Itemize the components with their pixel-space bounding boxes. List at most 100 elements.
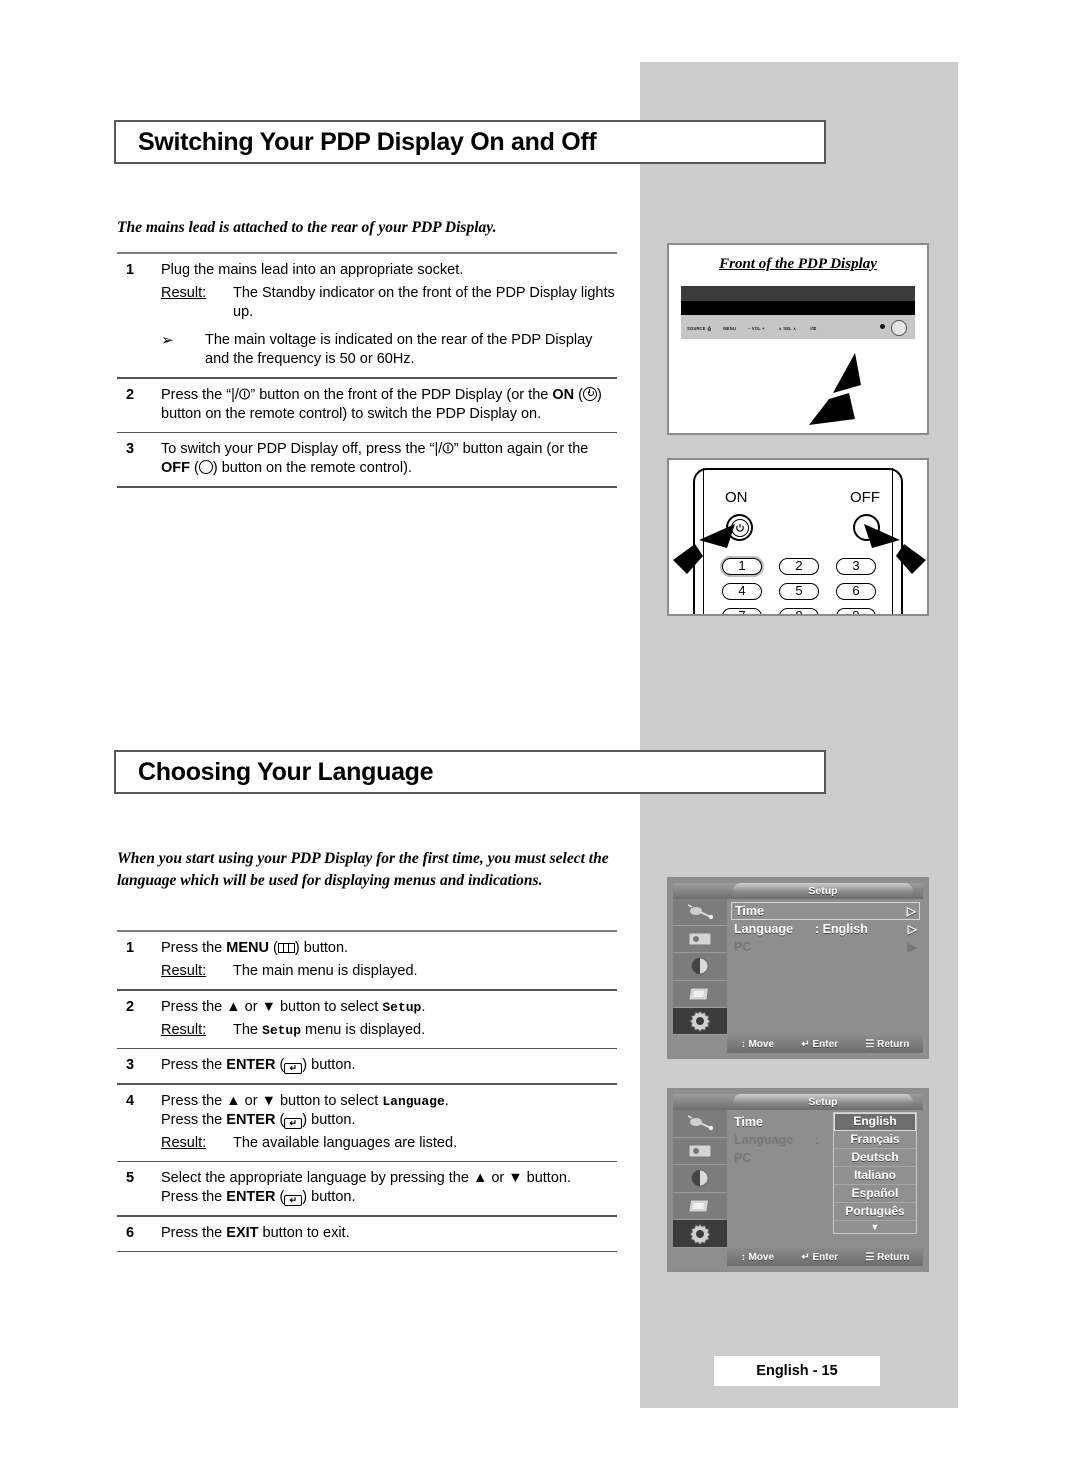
language-dropdown[interactable]: English Français Deutsch Italiano Españo… xyxy=(833,1112,917,1234)
osd-hint-label: Enter xyxy=(812,1251,839,1263)
step-text-b: ( xyxy=(190,460,199,476)
osd-hint-enter: ↵ Enter xyxy=(801,1039,838,1050)
t: Press the xyxy=(161,1111,227,1128)
updown-icon: ↕ xyxy=(740,1251,746,1263)
remote-key-7[interactable]: 7 xyxy=(722,608,762,614)
step-body: Press the ENTER (↵) button. xyxy=(161,1056,617,1075)
remote-off-label: OFF xyxy=(850,489,880,506)
step-body: Press the MENU () button. Result: The ma… xyxy=(161,939,617,981)
osd-hint-label: Move xyxy=(748,1038,774,1050)
setup-token: Setup xyxy=(262,1022,302,1038)
standby-indicator-icon xyxy=(880,324,885,329)
exit-bold: EXIT xyxy=(226,1224,259,1241)
language-option-italiano[interactable]: Italiano xyxy=(834,1167,916,1185)
osd-row-pc[interactable]: PC ▶ xyxy=(731,938,920,956)
osd-hint-label: Enter xyxy=(812,1038,839,1050)
language-option-francais[interactable]: Français xyxy=(834,1131,916,1149)
step-text-line2: Press the ENTER (↵) button. xyxy=(161,1188,617,1207)
remote-key-2[interactable]: 2 xyxy=(779,558,819,575)
power-off-icon xyxy=(198,460,213,474)
chevron-down-icon[interactable]: ▼ xyxy=(834,1221,916,1233)
remote-key-4[interactable]: 4 xyxy=(722,583,762,600)
remote-key-1[interactable]: 1 xyxy=(722,558,762,575)
osd-row-value: : xyxy=(815,1133,820,1147)
step-result: Result: The main menu is displayed. xyxy=(161,962,617,981)
language-option-portugues[interactable]: Português xyxy=(834,1203,916,1221)
rule xyxy=(117,486,617,488)
enter-icon: ↵ xyxy=(284,1195,303,1206)
step-body: Plug the mains lead into an appropriate … xyxy=(161,261,617,369)
t: ( xyxy=(275,1111,285,1128)
setup-icon[interactable] xyxy=(673,1007,727,1035)
picture-icon[interactable] xyxy=(673,1138,727,1166)
result-label: Result: xyxy=(161,285,207,301)
step-text: Press the ▲ or ▼ button to select Setup. xyxy=(161,998,617,1017)
rule xyxy=(117,1250,617,1252)
t: ( xyxy=(268,940,278,956)
panel-label-menu: MENU xyxy=(723,326,737,331)
step-bold-on: ON xyxy=(552,386,575,403)
step-number: 1 xyxy=(126,940,135,956)
power-icon xyxy=(735,523,744,532)
chevron-right-icon: ▷ xyxy=(906,904,916,918)
input-icon[interactable] xyxy=(673,899,727,927)
menu-icon: ☰ xyxy=(865,1038,875,1050)
result-text: The main menu is displayed. xyxy=(233,963,418,979)
enter-bold: ENTER xyxy=(226,1189,276,1205)
osd-hint-bar: ↕ Move ↵ Enter ☰ Return xyxy=(727,1035,923,1053)
section-title-switching-text: Switching Your PDP Display On and Off xyxy=(138,127,597,156)
osd-row-label: PC xyxy=(734,1151,752,1165)
osd-row-label: Time xyxy=(735,904,764,918)
osd-hint-label: Move xyxy=(748,1251,774,1263)
step-body: To switch your PDP Display off, press th… xyxy=(161,440,617,478)
setup-token: Setup xyxy=(382,999,422,1015)
step-text-c: ) button on the remote control). xyxy=(212,460,412,476)
step-text: Plug the mains lead into an appropriate … xyxy=(161,262,464,278)
enter-icon: ↵ xyxy=(801,1251,810,1263)
figure-remote-control: ON OFF 1 2 3 4 5 6 7 8 9 xyxy=(667,458,929,616)
section1-steps: 1 Plug the mains lead into an appropriat… xyxy=(117,252,617,488)
picture-icon[interactable] xyxy=(673,926,727,954)
page-footer: English - 15 xyxy=(714,1356,880,1386)
step-row: 6 Press the EXIT button to exit. xyxy=(117,1217,617,1251)
osd-row-label: Time xyxy=(734,1115,763,1129)
feature-icon[interactable] xyxy=(673,981,727,1008)
step-result: Result: The Setup menu is displayed. xyxy=(161,1021,617,1040)
setup-icon[interactable] xyxy=(673,1220,727,1248)
remote-key-3[interactable]: 3 xyxy=(836,558,876,575)
language-option-english[interactable]: English xyxy=(834,1113,916,1131)
step-row: 4 Press the ▲ or ▼ button to select Lang… xyxy=(117,1085,617,1161)
input-icon[interactable] xyxy=(673,1110,727,1138)
front-panel-illustration: SOURCE ⎙ MENU – VOL + ∨ SEL ∧ I/⏼ xyxy=(681,286,915,339)
osd-hint-move: ↕ Move xyxy=(741,1252,774,1263)
sound-icon[interactable] xyxy=(673,1165,727,1193)
t: . xyxy=(444,1092,449,1109)
step-text-b: ( xyxy=(574,386,583,403)
panel-label-sel: ∨ SEL ∧ xyxy=(778,326,797,331)
source-arrow-icon: ⎙ xyxy=(707,326,712,331)
t: menu is displayed. xyxy=(301,1021,426,1038)
menu-icon xyxy=(277,943,295,953)
feature-icon[interactable] xyxy=(673,1193,727,1221)
osd-row-language[interactable]: Language : English ▷ xyxy=(731,920,920,938)
remote-key-5[interactable]: 5 xyxy=(779,583,819,600)
t: Press the xyxy=(161,940,227,956)
remote-key-6[interactable]: 6 xyxy=(836,583,876,600)
section-title-switching: Switching Your PDP Display On and Off xyxy=(114,120,826,164)
step-body: Press the EXIT button to exit. xyxy=(161,1224,617,1243)
remote-key-8[interactable]: 8 xyxy=(779,608,819,614)
t: Press the xyxy=(161,1057,227,1073)
remote-key-9[interactable]: 9 xyxy=(836,608,876,614)
language-option-espanol[interactable]: Español xyxy=(834,1185,916,1203)
step-result: Result: The Standby indicator on the fro… xyxy=(161,284,617,322)
step-number: 1 xyxy=(126,262,135,278)
panel-control-labels: SOURCE ⎙ MENU – VOL + ∨ SEL ∧ I/⏼ xyxy=(687,326,909,331)
osd-row-time[interactable]: Time ▷ xyxy=(731,902,920,920)
panel-label-power: I/⏼ xyxy=(810,326,817,331)
result-label: Result: xyxy=(161,1134,207,1151)
step-bold-off: OFF xyxy=(161,460,190,476)
result-text: The Setup menu is displayed. xyxy=(233,1021,617,1040)
language-option-deutsch[interactable]: Deutsch xyxy=(834,1149,916,1167)
sound-icon[interactable] xyxy=(673,953,727,981)
t: . xyxy=(421,998,426,1015)
